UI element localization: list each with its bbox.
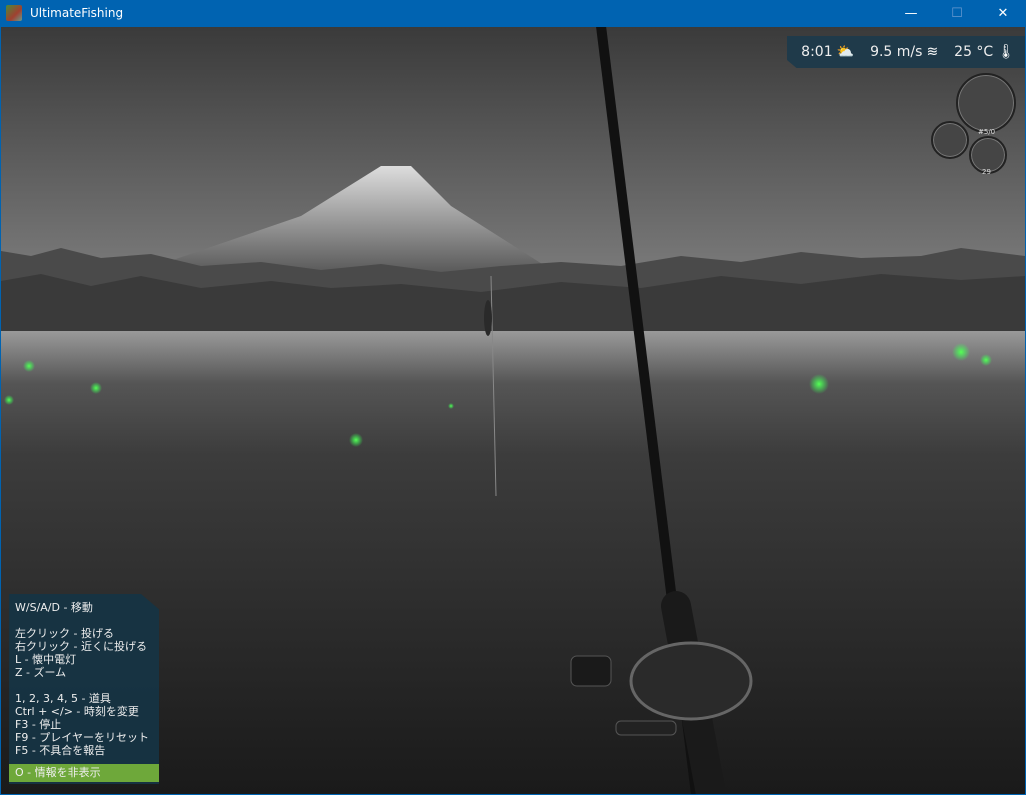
app-icon	[6, 5, 22, 21]
partly-cloudy-icon: ⛅	[836, 44, 855, 60]
hide-info-button[interactable]: O - 情報を非表示	[9, 764, 159, 782]
lake	[1, 331, 1025, 461]
help-line: Ctrl + </> - 時刻を変更	[15, 705, 139, 718]
maximize-button[interactable]: ☐	[934, 0, 980, 26]
wind-icon: ≋	[926, 44, 939, 60]
help-line: L - 懐中電灯	[15, 653, 77, 666]
float	[484, 300, 492, 336]
window-title: UltimateFishing	[30, 6, 124, 20]
help-line: F5 - 不具合を報告	[15, 744, 106, 757]
help-line: 左クリック - 投げる	[15, 627, 114, 640]
close-button[interactable]: ✕	[980, 0, 1026, 26]
controls-help-panel: W/S/A/D - 移動 左クリック - 投げる 右クリック - 近くに投げる …	[9, 594, 159, 784]
help-line: 右クリック - 近くに投げる	[15, 640, 147, 653]
slot-count-label: #5/0	[978, 128, 996, 136]
game-viewport[interactable]: 8:01 ⛅ 9.5 m/s ≋ 25 °C 🌡 #5/0 29 W/S/A/D - …	[1, 26, 1025, 794]
help-line: F9 - プレイヤーをリセット	[15, 731, 149, 744]
time-text: 8:01	[801, 44, 833, 60]
help-line: F3 - 停止	[15, 718, 62, 731]
inventory-slot-left[interactable]	[931, 121, 969, 159]
inventory-slot-main[interactable]	[956, 73, 1016, 133]
weather-bar: 8:01 ⛅ 9.5 m/s ≋ 25 °C 🌡	[787, 36, 1025, 68]
help-line: 1, 2, 3, 4, 5 - 道具	[15, 692, 111, 705]
help-line: Z - ズーム	[15, 666, 67, 679]
minimize-button[interactable]: —	[888, 0, 934, 26]
thermometer-icon: 🌡	[997, 44, 1015, 60]
bait-count-label: 29	[982, 168, 991, 176]
temperature-text: 25 °C	[954, 44, 994, 60]
title-bar[interactable]: UltimateFishing — ☐ ✕	[0, 0, 1026, 26]
help-line: W/S/A/D - 移動	[15, 601, 93, 614]
wind-text: 9.5 m/s	[870, 44, 923, 60]
